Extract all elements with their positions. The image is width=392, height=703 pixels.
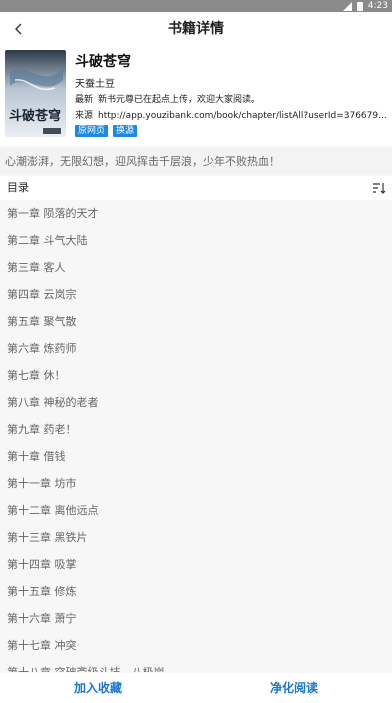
chapter-item[interactable]: 第十六章 萧宁 bbox=[0, 605, 392, 632]
book-author: 天蚕土豆 bbox=[75, 79, 115, 90]
cover-calligraphy: 斗破苍穹 bbox=[9, 108, 61, 124]
page-title: 书籍详情 bbox=[168, 21, 224, 37]
book-cover[interactable]: 斗破苍穹 bbox=[5, 50, 66, 137]
chapter-item[interactable]: 第十一章 坊市 bbox=[0, 470, 392, 497]
app-bar: 书籍详情 bbox=[0, 12, 392, 46]
source-value: http://app.youzibank.com/book/chapter/li… bbox=[98, 111, 387, 121]
source-label: 来源 bbox=[75, 111, 94, 121]
chapter-item[interactable]: 第十五章 修炼 bbox=[0, 578, 392, 605]
read-button[interactable]: 净化阅读 bbox=[196, 673, 392, 703]
book-info: 斗破苍穹 天蚕土豆 最新 新书元尊已在起点上传，欢迎大家阅读。 来源 http://… bbox=[75, 52, 387, 137]
book-title: 斗破苍穹 bbox=[75, 54, 131, 70]
tag-row: 原网页 换源 bbox=[75, 125, 387, 137]
chapter-item[interactable]: 第七章 休！ bbox=[0, 362, 392, 389]
latest-label: 最新 bbox=[75, 95, 94, 105]
chapter-item[interactable]: 第一章 陨落的天才 bbox=[0, 200, 392, 227]
toc-header: 目录 bbox=[0, 176, 392, 200]
chapter-item[interactable]: 第八章 神秘的老者 bbox=[0, 389, 392, 416]
chapter-item[interactable]: 第四章 云岚宗 bbox=[0, 281, 392, 308]
chapter-item[interactable]: 第三章 客人 bbox=[0, 254, 392, 281]
status-bar: 4:23 bbox=[0, 0, 392, 12]
book-card: 斗破苍穹 斗破苍穹 天蚕土豆 最新 新书元尊已在起点上传，欢迎大家阅读。 来源 ht… bbox=[0, 46, 392, 146]
chapter-item[interactable]: 第十七章 冲突 bbox=[0, 632, 392, 659]
cover-image: 斗破苍穹 bbox=[5, 50, 66, 137]
signal-icon bbox=[342, 1, 352, 11]
source-row: 来源 http://app.youzibank.com/book/chapter/… bbox=[75, 109, 387, 124]
chapter-item[interactable]: 第十二章 离他远点 bbox=[0, 497, 392, 524]
chapter-item[interactable]: 第五章 聚气散 bbox=[0, 308, 392, 335]
chapter-item[interactable]: 第二章 斗气大陆 bbox=[0, 227, 392, 254]
chapter-item[interactable]: 第十四章 吸掌 bbox=[0, 551, 392, 578]
change-source-button[interactable]: 换源 bbox=[113, 125, 138, 137]
toc-label: 目录 bbox=[7, 181, 29, 194]
chapter-item[interactable]: 第十八章 突破斋级斗技，八极崩 bbox=[0, 659, 392, 672]
latest-row: 最新 新书元尊已在起点上传，欢迎大家阅读。 bbox=[75, 93, 387, 108]
chapter-item[interactable]: 第九章 药老！ bbox=[0, 416, 392, 443]
chapter-list[interactable]: 第一章 陨落的天才 第二章 斗气大陆 第三章 客人 第四章 云岚宗 第五章 聚气… bbox=[0, 200, 392, 672]
chapter-item[interactable]: 第六章 炼药师 bbox=[0, 335, 392, 362]
original-page-button[interactable]: 原网页 bbox=[75, 125, 109, 137]
chapter-item[interactable]: 第十章 借钱 bbox=[0, 443, 392, 470]
book-intro: 心潮澎湃，无限幻想，迎风挥击千层浪，少年不败热血！ bbox=[0, 148, 392, 175]
battery-icon bbox=[356, 1, 363, 11]
latest-value: 新书元尊已在起点上传，欢迎大家阅读。 bbox=[98, 95, 261, 105]
sort-icon[interactable] bbox=[372, 181, 386, 195]
add-to-shelf-button[interactable]: 加入收藏 bbox=[0, 673, 196, 703]
chapter-item[interactable]: 第十三章 黑铁片 bbox=[0, 524, 392, 551]
status-time: 4:23 bbox=[367, 1, 388, 11]
bottom-bar: 加入收藏 净化阅读 bbox=[0, 673, 392, 703]
